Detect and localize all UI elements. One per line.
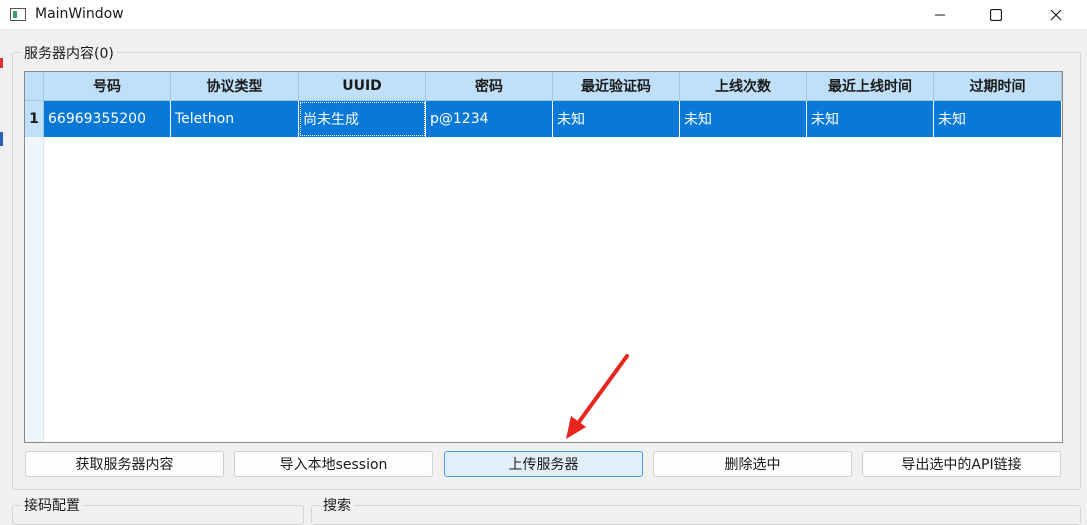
cell-latest-code[interactable]: 未知: [553, 101, 680, 137]
search-group: [311, 505, 1081, 525]
cell-password[interactable]: p@1234: [426, 101, 553, 137]
cell-last-online[interactable]: 未知: [807, 101, 934, 137]
window-title: MainWindow: [35, 6, 124, 22]
column-header-phone[interactable]: 号码: [44, 72, 171, 101]
maximize-icon: [990, 9, 1002, 21]
table-row[interactable]: 66969355200 Telethon 尚未生成 p@1234 未知 未知 未…: [44, 101, 1062, 137]
minimize-button[interactable]: [917, 0, 963, 30]
accounts-table[interactable]: 号码 协议类型 UUID 密码 最近验证码 上线次数 最近上线时间 过期时间 1…: [24, 71, 1063, 443]
code-config-group-title: 接码配置: [21, 495, 83, 515]
column-header-password[interactable]: 密码: [426, 72, 553, 101]
import-local-session-button[interactable]: 导入本地session: [234, 451, 433, 477]
fetch-server-content-button[interactable]: 获取服务器内容: [25, 451, 224, 477]
close-button[interactable]: [1033, 0, 1079, 30]
cell-login-count[interactable]: 未知: [680, 101, 807, 137]
column-header-expire-time[interactable]: 过期时间: [934, 72, 1062, 101]
cell-phone[interactable]: 66969355200: [44, 101, 171, 137]
column-header-protocol[interactable]: 协议类型: [171, 72, 299, 101]
column-header-login-count[interactable]: 上线次数: [680, 72, 807, 101]
background-window-edge: [0, 58, 3, 68]
cell-uuid[interactable]: 尚未生成: [299, 101, 426, 137]
table-corner-button[interactable]: [25, 72, 44, 101]
title-bar: MainWindow: [0, 0, 1087, 30]
upload-server-button[interactable]: 上传服务器: [444, 451, 643, 477]
cell-protocol[interactable]: Telethon: [171, 101, 299, 137]
search-group-title: 搜索: [320, 495, 354, 515]
row-header-1[interactable]: 1: [25, 101, 44, 137]
row-header-column: [25, 101, 44, 442]
export-selected-api-link-button[interactable]: 导出选中的API链接: [862, 451, 1061, 477]
server-content-group-title: 服务器内容(0): [21, 43, 117, 63]
column-header-last-online[interactable]: 最近上线时间: [807, 72, 934, 101]
minimize-icon: [935, 14, 945, 16]
app-window-icon: [10, 8, 26, 21]
table-header: 号码 协议类型 UUID 密码 最近验证码 上线次数 最近上线时间 过期时间: [44, 72, 1062, 101]
delete-selected-button[interactable]: 删除选中: [653, 451, 852, 477]
cell-expire-time[interactable]: 未知: [934, 101, 1062, 137]
column-header-uuid[interactable]: UUID: [299, 72, 426, 101]
maximize-button[interactable]: [973, 0, 1019, 30]
close-icon: [1050, 9, 1062, 21]
background-window-edge: [0, 132, 3, 146]
column-header-latest-code[interactable]: 最近验证码: [553, 72, 680, 101]
